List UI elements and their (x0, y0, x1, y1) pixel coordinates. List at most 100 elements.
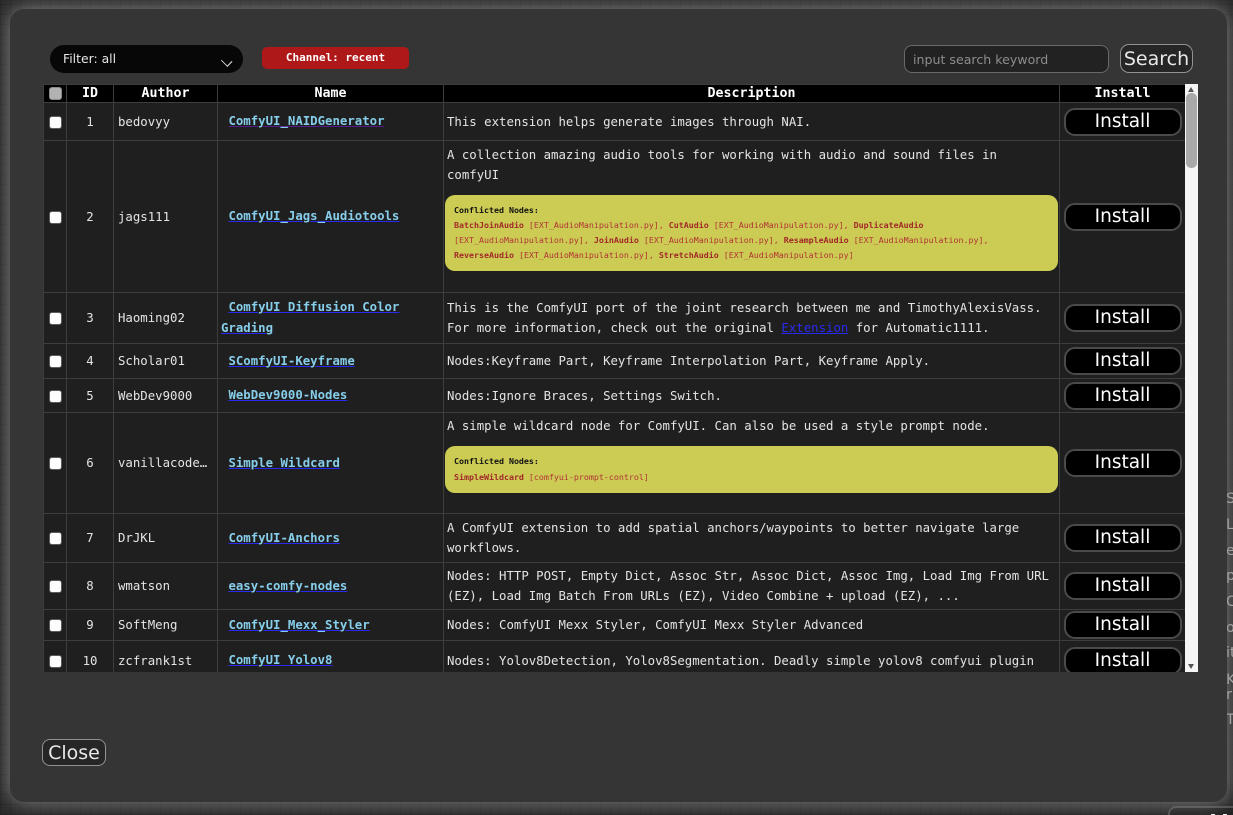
table-scrollbar[interactable] (1185, 84, 1198, 672)
background-text-fragment: L (1226, 517, 1233, 533)
row-checkbox[interactable] (49, 457, 62, 470)
row-checkbox[interactable] (49, 355, 62, 368)
background-partial-button (1168, 806, 1233, 815)
node-name-link[interactable]: ComfyUI Diffusion Color Grading (221, 300, 399, 335)
conflicted-nodes-box: Conflicted Nodes:SimpleWildcard [comfyui… (445, 446, 1058, 492)
cell-install: Install (1060, 293, 1186, 344)
conflict-node-name: JoinAudio (594, 235, 639, 245)
node-name-link[interactable]: ComfyUI Yolov8 (228, 653, 332, 667)
scrollbar-down-button[interactable] (1185, 660, 1198, 672)
row-checkbox[interactable] (49, 116, 62, 129)
cell-description: Nodes:Keyframe Part, Keyframe Interpolat… (444, 344, 1060, 379)
install-button[interactable]: Install (1064, 524, 1182, 552)
background-text-fragment: p (1226, 568, 1233, 584)
cell-author: vanillacode… (114, 413, 218, 514)
row-checkbox[interactable] (49, 312, 62, 325)
background-text-fragment: T (1226, 712, 1233, 728)
cell-name: SComfyUI-Keyframe (218, 344, 444, 379)
custom-nodes-grid: ID Author Name Description Install 1bedo… (43, 84, 1198, 672)
scroll-down-icon (1188, 664, 1194, 669)
node-row-3: 3Haoming02 ComfyUI Diffusion Color Gradi… (44, 293, 1186, 344)
cell-install: Install (1060, 413, 1186, 514)
row-checkbox[interactable] (49, 211, 62, 224)
description-text: Nodes: Yolov8Detection, Yolov8Segmentati… (447, 651, 1052, 671)
install-button[interactable]: Install (1064, 647, 1182, 673)
install-button[interactable]: Install (1064, 449, 1182, 477)
cell-name: easy-comfy-nodes (218, 563, 444, 610)
conflicted-nodes-box: Conflicted Nodes:BatchJoinAudio [EXT_Aud… (445, 195, 1058, 272)
description-text: This is the ComfyUI port of the joint re… (447, 298, 1052, 338)
row-checkbox[interactable] (49, 390, 62, 403)
cell-author: SoftMeng (114, 610, 218, 641)
cell-id: 9 (67, 610, 114, 641)
cell-description: A simple wildcard node for ComfyUI. Can … (444, 413, 1060, 514)
install-button[interactable]: Install (1064, 382, 1182, 410)
cell-description: Nodes: ComfyUI Mexx Styler, ComfyUI Mexx… (444, 610, 1060, 641)
conflict-node-name: SimpleWildcard (454, 472, 524, 482)
row-checkbox-cell (44, 379, 67, 413)
row-checkbox-cell (44, 610, 67, 641)
cell-id: 3 (67, 293, 114, 344)
cell-id: 10 (67, 641, 114, 673)
install-button[interactable]: Install (1064, 572, 1182, 600)
background-text-fragment: e (1226, 543, 1233, 559)
node-row-4: 4Scholar01 SComfyUI-KeyframeNodes:Keyfra… (44, 344, 1186, 379)
node-row-10: 10zcfrank1st ComfyUI Yolov8Nodes: Yolov8… (44, 641, 1186, 673)
node-name-link[interactable]: easy-comfy-nodes (228, 579, 347, 593)
node-name-link[interactable]: ComfyUI_NAIDGenerator (228, 114, 384, 128)
cell-id: 2 (67, 141, 114, 293)
cell-author: bedovyy (114, 103, 218, 141)
row-checkbox[interactable] (49, 655, 62, 668)
install-button[interactable]: Install (1064, 108, 1182, 136)
cell-id: 8 (67, 563, 114, 610)
cell-description: A ComfyUI extension to add spatial ancho… (444, 514, 1060, 563)
install-button[interactable]: Install (1064, 304, 1182, 332)
manager-install-dialog: Filter: all Channel: recent Search ID Au… (10, 9, 1227, 802)
scrollbar-thumb[interactable] (1186, 93, 1197, 168)
cell-id: 1 (67, 103, 114, 141)
node-row-9: 9SoftMeng ComfyUI_Mexx_Styler Nodes: Comf… (44, 610, 1186, 641)
row-checkbox[interactable] (49, 580, 62, 593)
cell-name: ComfyUI_Mexx_Styler (218, 610, 444, 641)
cell-install: Install (1060, 103, 1186, 141)
cell-install: Install (1060, 610, 1186, 641)
node-name-link[interactable]: Simple Wildcard (228, 456, 339, 470)
cell-author: Haoming02 (114, 293, 218, 344)
select-all-checkbox[interactable] (49, 87, 62, 100)
search-button[interactable]: Search (1120, 44, 1193, 73)
cell-name: ComfyUI-Anchors (218, 514, 444, 563)
row-checkbox[interactable] (49, 532, 62, 545)
node-row-1: 1bedovyy ComfyUI_NAIDGeneratorThis exten… (44, 103, 1186, 141)
filter-select[interactable]: Filter: all (50, 45, 243, 73)
search-input[interactable] (904, 45, 1109, 73)
header-install: Install (1060, 85, 1186, 103)
node-name-link[interactable]: ComfyUI_Mexx_Styler (228, 618, 369, 632)
row-checkbox-cell (44, 344, 67, 379)
row-checkbox[interactable] (49, 619, 62, 632)
install-button[interactable]: Install (1064, 611, 1182, 639)
conflict-node-name: CutAudio (669, 220, 709, 230)
row-checkbox-cell (44, 563, 67, 610)
cell-install: Install (1060, 514, 1186, 563)
cell-author: jags111 (114, 141, 218, 293)
install-button[interactable]: Install (1064, 347, 1182, 375)
node-name-link[interactable]: ComfyUI-Anchors (228, 531, 339, 545)
node-row-6: 6vanillacode… Simple Wildcard A simple wi… (44, 413, 1186, 514)
cell-name: Simple Wildcard (218, 413, 444, 514)
cell-id: 6 (67, 413, 114, 514)
cell-install: Install (1060, 563, 1186, 610)
install-button[interactable]: Install (1064, 203, 1182, 231)
node-name-link[interactable]: ComfyUI_Jags_Audiotools (228, 209, 399, 223)
close-button[interactable]: Close (42, 739, 106, 766)
scroll-up-icon (1188, 87, 1194, 92)
background-text-fragment: o (1226, 620, 1233, 636)
description-text: A simple wildcard node for ComfyUI. Can … (447, 416, 1052, 436)
node-name-link[interactable]: SComfyUI-Keyframe (228, 354, 354, 368)
select-all-header[interactable] (44, 85, 67, 103)
node-name-link[interactable]: WebDev9000-Nodes (228, 388, 347, 402)
description-text: Nodes:Ignore Braces, Settings Switch. (447, 386, 1052, 406)
description-link[interactable]: Extension (781, 321, 848, 335)
cell-install: Install (1060, 379, 1186, 413)
description-text: A ComfyUI extension to add spatial ancho… (447, 518, 1052, 558)
cell-description: Nodes: Yolov8Detection, Yolov8Segmentati… (444, 641, 1060, 673)
